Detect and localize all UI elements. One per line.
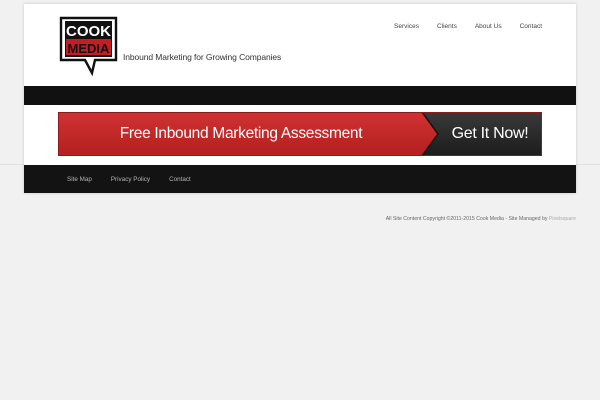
nav-about-us[interactable]: About Us xyxy=(475,23,502,30)
page-container: COOK MEDIA Inbound Marketing for Growing… xyxy=(24,4,576,193)
assessment-cta-banner[interactable]: Free Inbound Marketing Assessment Get It… xyxy=(58,112,542,156)
copyright-text: All Site Content Copyright ©2011-2015 Co… xyxy=(386,216,576,222)
footer-nav-privacy-policy[interactable]: Privacy Policy xyxy=(111,176,150,183)
footer-nav-contact[interactable]: Contact xyxy=(169,176,191,183)
header-black-bar xyxy=(24,86,576,105)
copyright-label: All Site Content Copyright ©2011-2015 Co… xyxy=(385,216,549,222)
logo[interactable]: COOK MEDIA xyxy=(59,16,118,78)
logo-line1: COOK xyxy=(66,23,111,40)
footer-bar: Site Map Privacy Policy Contact xyxy=(24,165,576,193)
footer-nav-site-map[interactable]: Site Map xyxy=(67,176,92,183)
main-nav: Services Clients About Us Contact xyxy=(394,23,542,30)
pixelsquare-link[interactable]: Pixelsquare xyxy=(549,216,576,222)
tagline: Inbound Marketing for Growing Companies xyxy=(123,52,282,62)
nav-clients[interactable]: Clients xyxy=(437,23,457,30)
logo-speech-bubble-icon: COOK MEDIA xyxy=(59,16,118,77)
footer-nav: Site Map Privacy Policy Contact xyxy=(67,165,191,193)
nav-services[interactable]: Services xyxy=(394,23,419,30)
cta-main-label: Free Inbound Marketing Assessment xyxy=(119,125,363,142)
logo-line2: MEDIA xyxy=(68,41,111,56)
nav-contact[interactable]: Contact xyxy=(520,23,542,30)
get-it-now-button[interactable]: Get It Now! xyxy=(438,112,542,156)
